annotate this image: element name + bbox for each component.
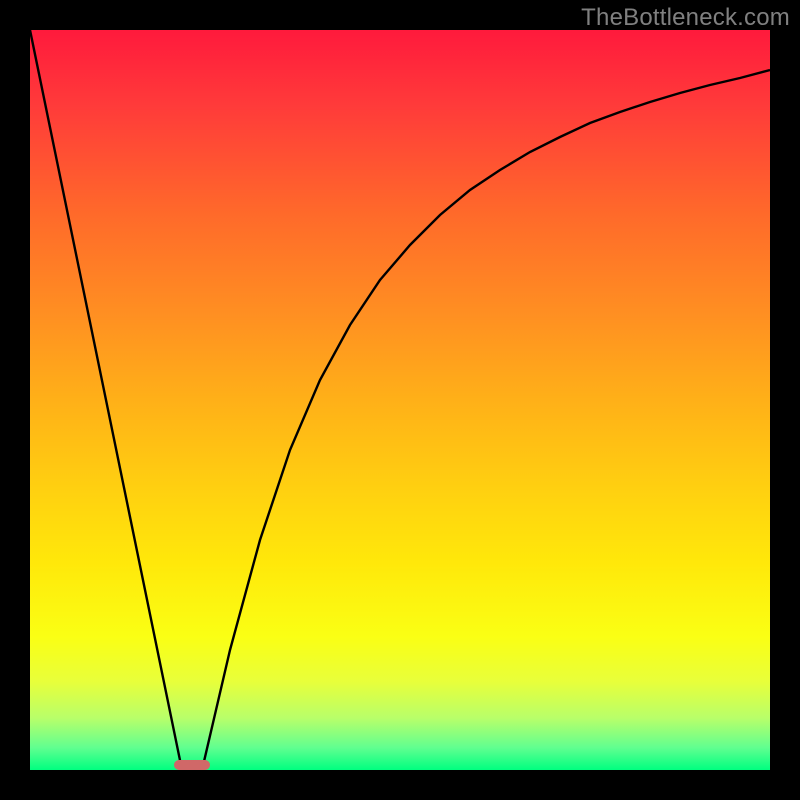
- curve-svg: [30, 30, 770, 770]
- bottleneck-curve: [30, 30, 770, 770]
- chart-frame: TheBottleneck.com: [0, 0, 800, 800]
- plot-area: [30, 30, 770, 770]
- watermark-text: TheBottleneck.com: [581, 4, 790, 32]
- optimal-marker: [174, 760, 210, 770]
